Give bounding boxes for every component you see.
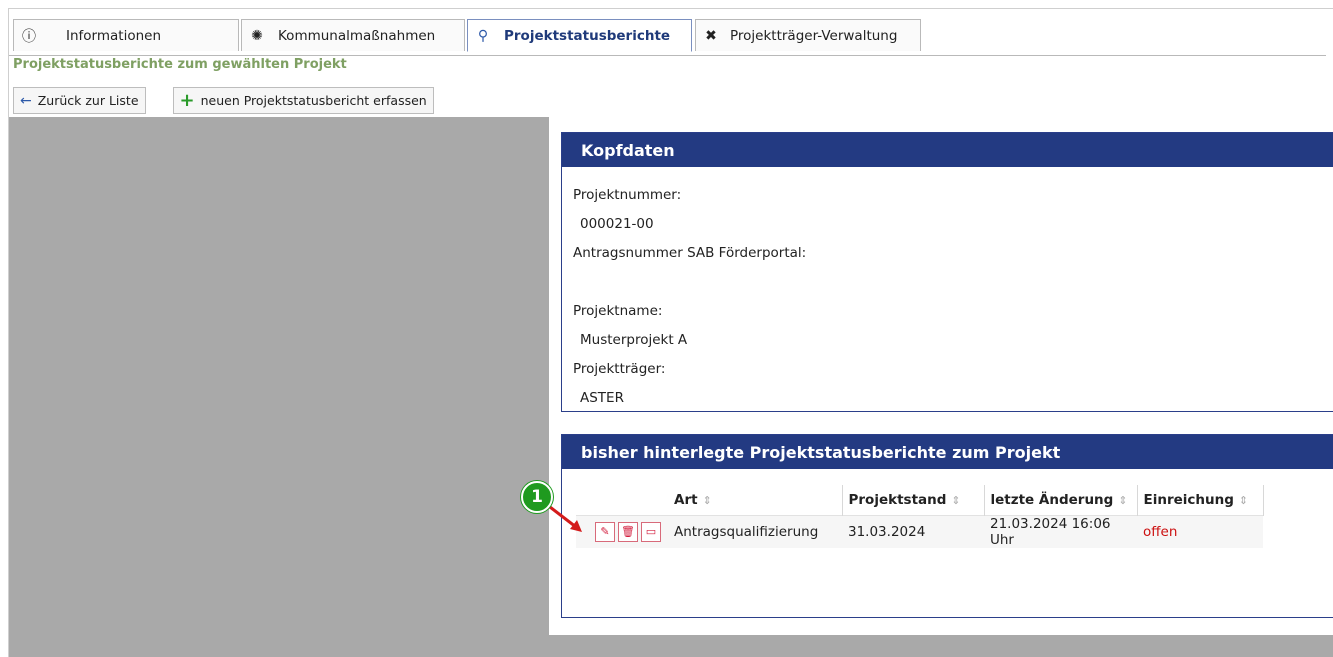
tab-informationen[interactable]: ⓘ Informationen	[13, 19, 239, 51]
plus-icon: +	[179, 90, 195, 111]
tab-projekttraeger-verwaltung[interactable]: ✖ Projektträger-Verwaltung	[695, 19, 921, 51]
edit-icon[interactable]: ✎	[595, 521, 615, 542]
projektnummer-label: Projektnummer:	[573, 187, 682, 203]
back-to-list-label: Zurück zur Liste	[37, 93, 139, 108]
reports-title: bisher hinterlegte Projektstatusberichte…	[562, 435, 1333, 469]
table-row[interactable]: ✎ 🗑 ▭ Antragsqualifizierung 31.03.2024 21.…	[576, 514, 1263, 548]
projektname-label: Projektname:	[573, 303, 663, 319]
kopfdaten-title: Kopfdaten	[562, 133, 1333, 167]
reports-table: Art ⇕ Projektstand ⇕ letzte Änderung ⇕ Einr…	[576, 485, 1264, 548]
column-header-einreichung[interactable]: Einreichung ⇕	[1137, 485, 1264, 515]
cell-einreichung: offen	[1137, 514, 1263, 548]
page-subtitle: Projektstatusberichte zum gewählten Proj…	[13, 57, 347, 72]
sort-icon: ⇕	[702, 493, 712, 507]
sort-icon: ⇕	[951, 493, 961, 507]
projekttraeger-label: Projektträger:	[573, 361, 666, 377]
tab-label: Kommunalmaßnahmen	[278, 27, 436, 44]
cell-letzte-aenderung: 21.03.2024 16:06 Uhr	[984, 514, 1137, 548]
kopfdaten-panel: Kopfdaten Projektnummer: 000021-00 Antra…	[561, 132, 1333, 412]
back-to-list-button[interactable]: ← Zurück zur Liste	[13, 87, 146, 114]
projektnummer-value: 000021-00	[580, 216, 654, 232]
column-header-letzte-aenderung[interactable]: letzte Änderung ⇕	[984, 485, 1138, 515]
list-pane	[9, 117, 549, 657]
new-report-button[interactable]: + neuen Projektstatusbericht erfassen	[172, 87, 434, 114]
new-report-label: neuen Projektstatusbericht erfassen	[200, 93, 427, 108]
cell-projektstand: 31.03.2024	[842, 514, 984, 548]
column-header-projektstand[interactable]: Projektstand ⇕	[842, 485, 985, 515]
pdf-icon[interactable]: ▭	[641, 521, 661, 542]
reports-panel: bisher hinterlegte Projektstatusberichte…	[561, 434, 1333, 618]
detail-pane: Kopfdaten Projektnummer: 000021-00 Antra…	[549, 117, 1333, 657]
antragsnummer-label: Antragsnummer SAB Förderportal:	[573, 245, 807, 261]
tools-icon: ✖	[705, 27, 717, 44]
toolbar: ← Zurück zur Liste + neuen Projektstatus…	[13, 87, 434, 114]
column-header-art[interactable]: Art ⇕	[668, 485, 843, 515]
tab-projektstatusberichte[interactable]: ⚲ Projektstatusberichte	[467, 19, 692, 52]
annotation-arrow-icon	[549, 505, 582, 532]
delete-icon[interactable]: 🗑	[618, 521, 638, 542]
actions-header	[576, 485, 668, 515]
info-icon: ⓘ	[22, 28, 36, 45]
projektname-value: Musterprojekt A	[580, 332, 688, 348]
tab-label: Projektstatusberichte	[504, 27, 671, 44]
pane-footer	[549, 635, 1333, 657]
tab-kommunalmassnahmen[interactable]: ✺ Kommunalmaßnahmen	[241, 19, 465, 51]
tab-label: Informationen	[66, 27, 162, 44]
sort-icon: ⇕	[1238, 493, 1249, 507]
lightbulb-icon: ✺	[251, 27, 263, 44]
tab-bar: ⓘ Informationen ✺ Kommunalmaßnahmen ⚲ Pr…	[9, 14, 1326, 56]
workflow-icon: ⚲	[477, 27, 489, 44]
sort-icon: ⇕	[1118, 493, 1128, 507]
annotation-marker: 1	[521, 481, 553, 513]
cell-art: Antragsqualifizierung	[668, 514, 842, 548]
tab-label: Projektträger-Verwaltung	[730, 27, 898, 44]
antragsnummer-value	[573, 268, 1333, 297]
projekttraeger-value: ASTER	[580, 390, 624, 406]
app-window: ⓘ Informationen ✺ Kommunalmaßnahmen ⚲ Pr…	[8, 8, 1333, 657]
row-actions: ✎ 🗑 ▭	[576, 514, 668, 548]
arrow-left-icon: ←	[20, 92, 32, 109]
